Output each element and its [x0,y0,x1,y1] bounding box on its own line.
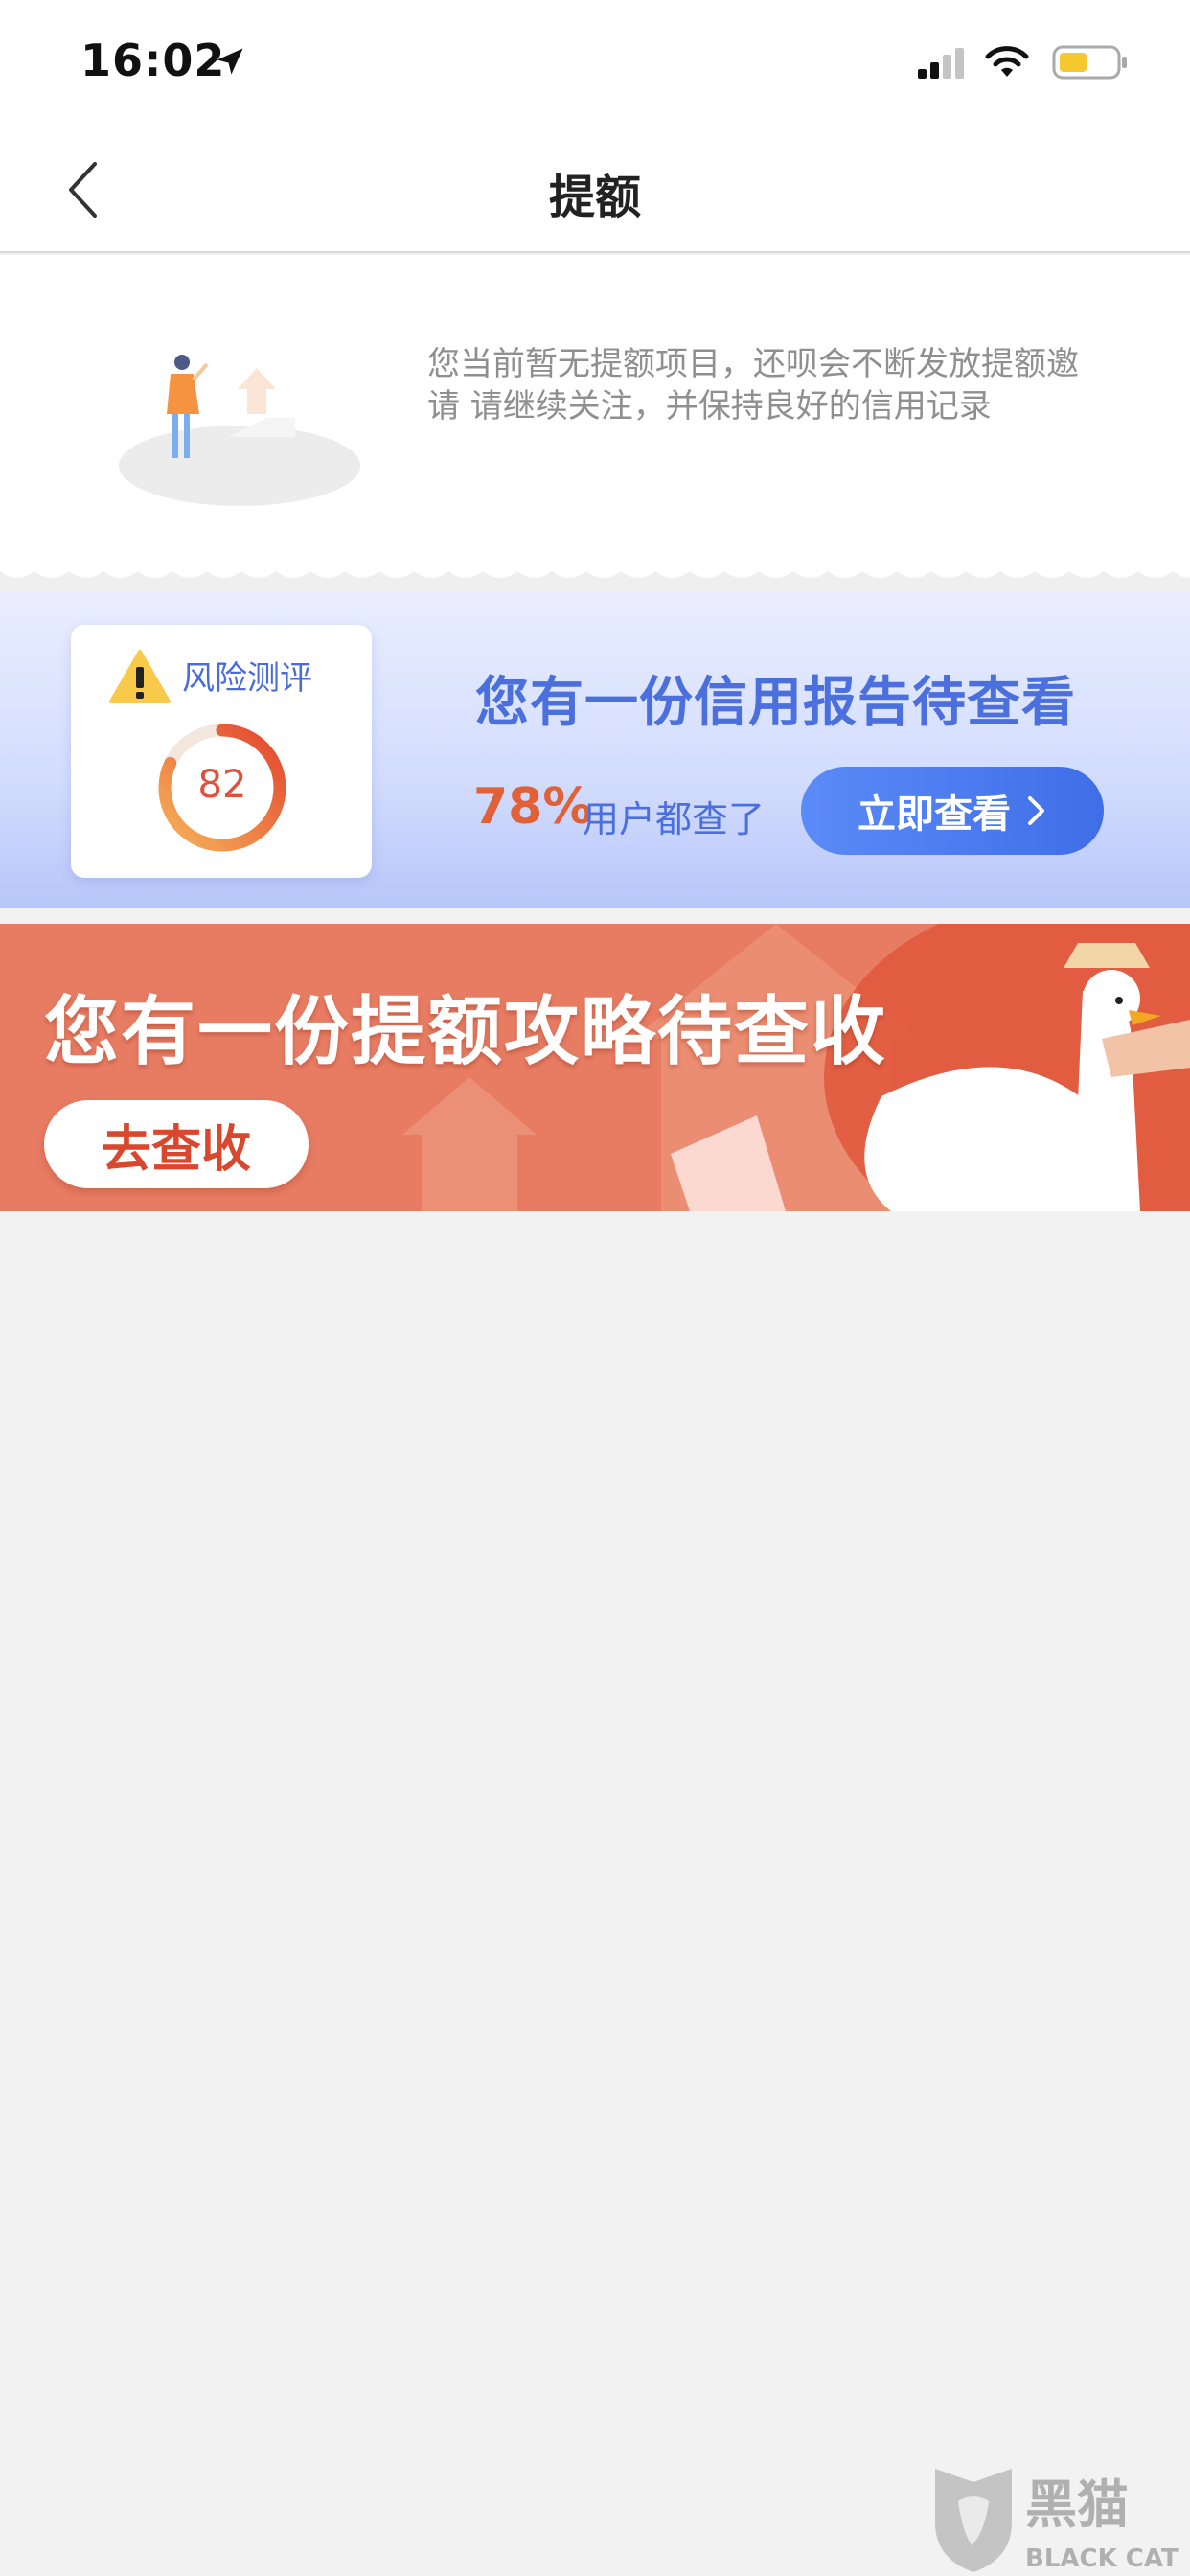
location-arrow-icon [217,48,243,75]
watermark-logo: 黑猫 BLACK CAT [935,2469,1179,2573]
user-percentage-label: 用户都查了 [583,798,766,840]
strategy-banner[interactable]: 您有一份提额攻略待查收 去查收 [0,924,1190,1211]
signal-icon [918,48,964,79]
user-percentage: 78% [473,778,593,836]
watermark-cn: 黑猫 [1025,2474,1129,2535]
notice-text: 您当前暂无提额项目，还呗会不断发放提额邀请 请继续关注，并保持良好的信用记录 [427,345,1079,426]
strategy-title: 您有一份提额攻略待查收 [44,988,888,1075]
credit-report-title: 您有一份信用报告待查看 [475,672,1076,734]
warning-icon [109,650,171,703]
watermark-en: BLACK CAT [1025,2544,1179,2573]
collect-button[interactable]: 去查收 [44,1100,309,1188]
battery-icon [1052,45,1127,80]
empty-illustration [119,355,360,506]
wave-divider [0,550,1190,592]
view-now-label: 立即查看 [858,793,1011,837]
chevron-right-icon [1028,796,1044,825]
nav-bar: 提额 [0,125,1190,253]
risk-assessment-box[interactable]: 风险测评 82 [71,625,372,878]
empty-notice: 您当前暂无提额项目，还呗会不断发放提额邀请 请继续关注，并保持良好的信用记录 [0,255,1190,590]
wifi-icon [985,46,1029,77]
risk-label: 风险测评 [182,659,312,698]
collect-label: 去查收 [101,1119,251,1179]
score-value: 82 [197,763,247,807]
status-bar: 16:02 [0,0,1190,125]
status-time: 16:02 [80,34,226,86]
page-title: 提额 [548,171,641,224]
view-now-button[interactable]: 立即查看 [801,767,1104,855]
credit-report-card[interactable]: 风险测评 82 您有一份信用报告待查看 78% 用户都查了 立即查看 [0,592,1190,908]
